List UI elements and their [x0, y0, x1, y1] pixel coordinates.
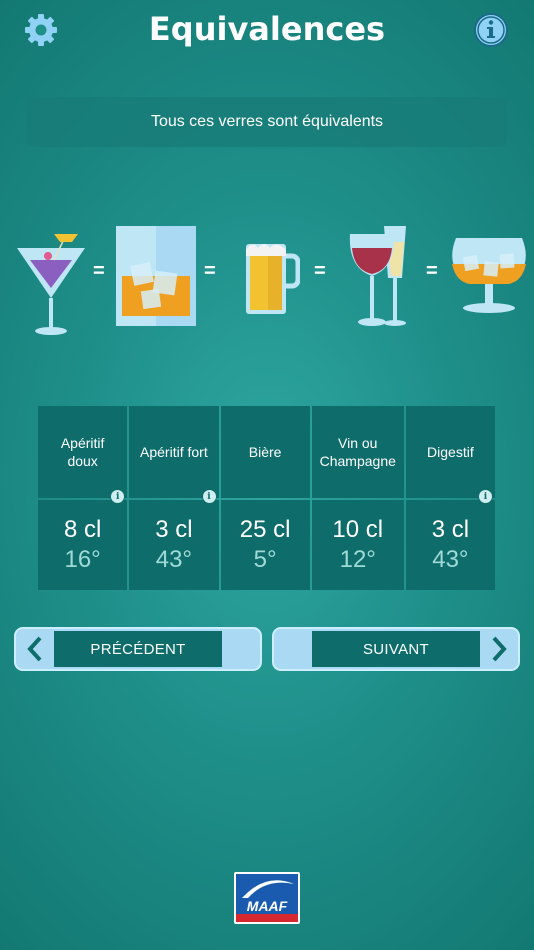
drink-header-digestif: Digestif i — [405, 406, 495, 504]
drink-values: 25 cl 5° — [220, 500, 310, 590]
drink-degree: 43° — [155, 546, 193, 573]
chevron-right-icon — [480, 629, 518, 669]
drink-degree: 16° — [64, 546, 101, 573]
drink-volume: 25 cl — [239, 516, 291, 543]
cocktail-glass-icon — [17, 234, 85, 335]
drink-values: 8 cl 16° — [38, 500, 128, 590]
drink-name: Digestif — [427, 444, 474, 460]
next-button[interactable]: SUIVANT — [272, 627, 520, 671]
drink-name: Bière — [248, 444, 282, 460]
drink-values: 3 cl 43° — [129, 500, 219, 590]
equals-sign: = — [314, 260, 326, 282]
drink-degree: 12° — [339, 546, 376, 573]
info-icon[interactable] — [472, 11, 510, 49]
info-icon[interactable]: i — [201, 489, 217, 504]
brandy-snifter-icon — [452, 238, 526, 313]
header-bar: Equivalences — [0, 0, 534, 62]
drink-values: 10 cl 12° — [311, 500, 404, 590]
glasses-illustration: = = = = — [0, 210, 534, 340]
drink-header-aperitif-fort: Apéritif fort i — [129, 406, 219, 504]
drink-name: Apéritif fort — [140, 444, 208, 460]
equals-sign: = — [93, 260, 105, 282]
drink-volume: 3 cl — [155, 516, 193, 543]
wine-champagne-glasses-icon — [349, 226, 406, 326]
whisky-glass-icon — [116, 226, 196, 326]
drink-values: 3 cl 43° — [405, 500, 495, 590]
logo-text: MAAF — [247, 898, 288, 914]
drink-volume: 3 cl — [431, 516, 470, 543]
chevron-left-icon — [16, 629, 54, 669]
next-button-label: SUIVANT — [312, 631, 480, 667]
equivalence-banner: Tous ces verres sont équivalents — [27, 97, 507, 147]
previous-button[interactable]: PRÉCÉDENT — [14, 627, 262, 671]
maaf-logo: MAAF — [234, 872, 300, 924]
previous-button-label: PRÉCÉDENT — [54, 631, 222, 667]
equals-sign: = — [426, 260, 438, 282]
drink-name: Vin ou Champagne — [319, 435, 396, 469]
equals-sign: = — [204, 260, 216, 282]
drink-header-aperitif-doux: Apéritif doux i — [38, 406, 128, 504]
button-spacer — [274, 629, 312, 669]
drink-header-vin-champagne: Vin ou Champagne — [311, 406, 404, 498]
drink-name: Apéritif doux — [60, 435, 105, 469]
info-icon[interactable]: i — [478, 489, 493, 504]
drink-degree: 5° — [253, 546, 277, 573]
drinks-table: Apéritif doux i Apéritif fort i Bière Vi… — [38, 406, 495, 590]
drink-header-biere: Bière — [220, 406, 310, 498]
drink-volume: 8 cl — [63, 516, 102, 543]
page-title: Equivalences — [148, 10, 386, 48]
drink-degree: 43° — [432, 546, 469, 573]
drink-volume: 10 cl — [332, 516, 384, 543]
beer-mug-icon — [246, 244, 300, 314]
